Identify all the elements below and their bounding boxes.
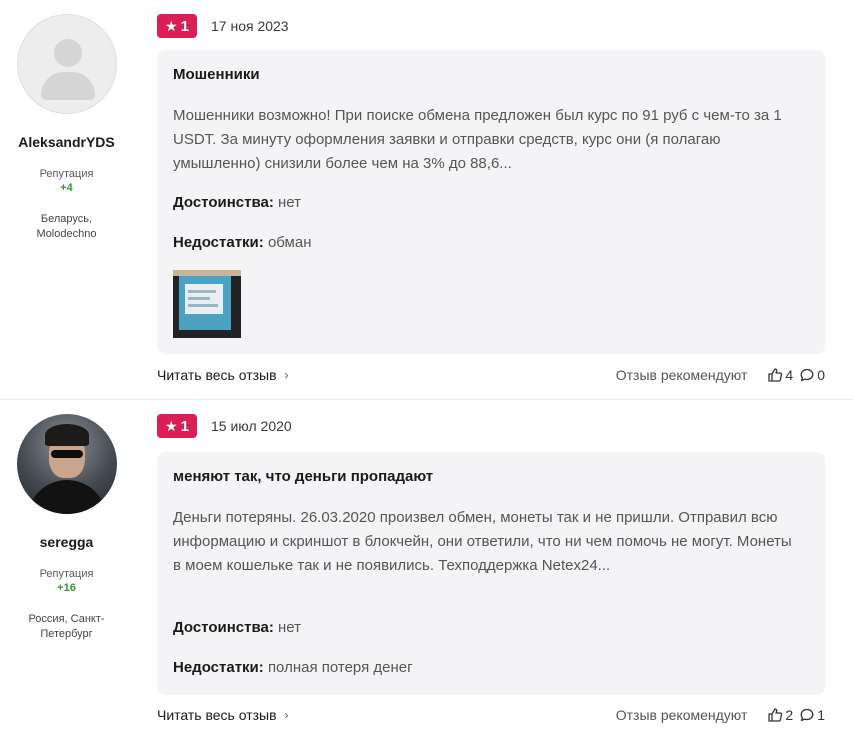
review-cons: Недостатки: обман [173,234,311,251]
thumbnail-line [188,297,210,300]
review-meta: ★ 1 17 ноя 2023 [157,14,289,38]
reputation-value: +16 [57,582,76,594]
comment-count: 1 [817,707,825,723]
rating-value: 1 [180,17,189,35]
review-cons: Недостатки: полная потеря денег [173,659,413,676]
pros-value: нет [278,194,301,211]
review-footer: Читать весь отзыв › Отзыв рекомендуют 2 … [157,705,825,725]
thumbs-up-icon [768,708,783,722]
review-meta: ★ 1 15 июл 2020 [157,414,292,438]
avatar-hair [44,424,89,446]
like-button[interactable]: 4 [767,367,793,383]
pros-label: Достоинства: [173,194,274,211]
rating-badge: ★ 1 [157,14,197,38]
review-pros: Достоинства: нет [173,619,301,636]
star-icon: ★ [165,17,178,34]
pros-value: нет [278,619,301,636]
review-title[interactable]: меняют так, что деньги пропадают [173,468,433,485]
review-text: Деньги потеряны. 26.03.2020 произвел обм… [173,509,792,574]
recommend-label: Отзыв рекомендуют [615,707,748,723]
cons-value: полная потеря денег [267,659,413,676]
comment-icon [800,368,814,382]
review-date: 17 ноя 2023 [211,18,289,34]
comment-count: 0 [817,367,825,383]
reputation-label: Репутация [39,568,94,580]
pros-label: Достоинства: [173,619,274,636]
cons-label: Недостатки: [173,659,264,676]
rating-badge: ★ 1 [157,414,197,438]
author-location: Беларусь, Molodechno [36,213,97,240]
review-pros: Достоинства: нет [173,194,301,211]
chevron-right-icon: › [284,708,289,722]
read-more-label: Читать весь отзыв [157,707,277,723]
author-name[interactable]: AleksandrYDS [0,134,133,150]
author-name[interactable]: seregga [0,534,133,550]
review-card: меняют так, что деньги пропадают Деньги … [157,452,825,695]
like-button[interactable]: 2 [767,707,793,723]
chevron-right-icon: › [284,368,289,382]
recommend-label: Отзыв рекомендуют [615,367,748,383]
avatar-glasses [50,450,83,458]
author-location: Россия, Санкт-Петербург [28,613,105,640]
review-text: Мошенники возможно! При поиске обмена пр… [173,107,782,172]
avatar[interactable] [16,414,117,514]
review-item: seregga Репутация +16 Россия, Санкт-Пете… [0,400,853,734]
read-more-label: Читать весь отзыв [157,367,277,383]
review-author: AleksandrYDS Репутация +4 Беларусь, Molo… [0,14,133,242]
avatar-placeholder-body [40,72,95,100]
star-icon: ★ [165,417,178,434]
read-full-review-link[interactable]: Читать весь отзыв › [157,707,289,723]
read-full-review-link[interactable]: Читать весь отзыв › [157,367,289,383]
thumbnail-line [188,304,218,307]
review-card: Мошенники Мошенники возможно! При поиске… [157,50,825,354]
thumbs-up-icon [768,368,783,382]
review-title[interactable]: Мошенники [173,66,260,83]
comment-button[interactable]: 0 [799,367,825,383]
review-item: AleksandrYDS Репутация +4 Беларусь, Molo… [0,0,853,399]
comment-icon [800,708,814,722]
like-count: 4 [785,367,794,383]
cons-value: обман [267,234,312,251]
thumbnail-line [188,290,216,293]
cons-label: Недостатки: [173,234,264,251]
reputation-value: +4 [60,182,73,194]
reputation-label: Репутация [39,168,94,180]
review-author: seregga Репутация +16 Россия, Санкт-Пете… [0,414,133,642]
avatar-placeholder-head [53,39,82,67]
review-photo-thumbnail[interactable] [173,270,241,338]
avatar-coat [26,480,107,514]
review-footer: Читать весь отзыв › Отзыв рекомендуют 4 … [157,365,825,385]
avatar[interactable] [16,14,117,114]
like-count: 2 [785,707,794,723]
rating-value: 1 [180,417,189,435]
review-date: 15 июл 2020 [211,418,292,434]
comment-button[interactable]: 1 [799,707,825,723]
